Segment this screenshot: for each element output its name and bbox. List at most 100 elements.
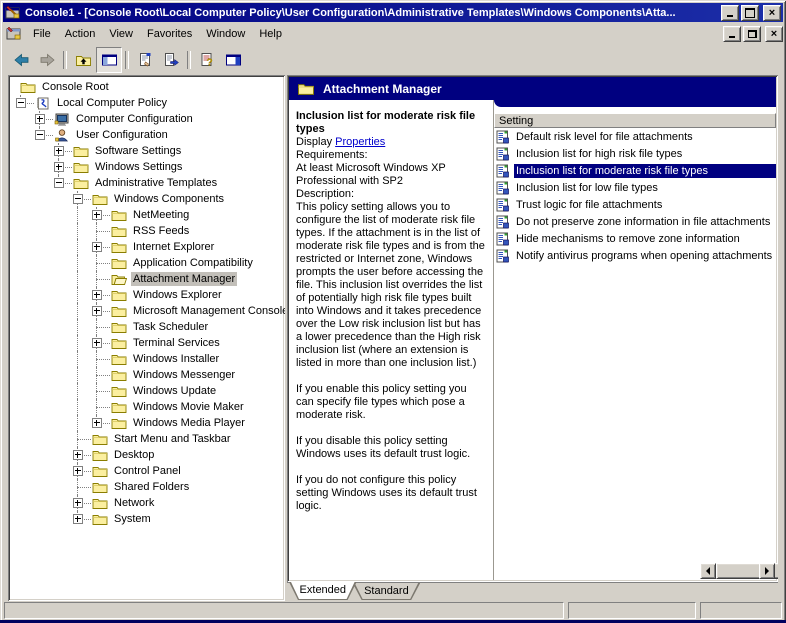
tree-item-control-panel[interactable]: Control Panel [11, 463, 285, 479]
setting-row-default-risk-level-for-file-attachments[interactable]: Default risk level for file attachments [494, 128, 776, 145]
setting-row-inclusion-list-for-high-risk-file-types[interactable]: Inclusion list for high risk file types [494, 145, 776, 162]
toolbar: ? [3, 45, 783, 74]
tree-item-windows-messenger[interactable]: Windows Messenger [11, 367, 285, 383]
menu-action[interactable]: Action [58, 26, 103, 42]
menu-view[interactable]: View [102, 26, 140, 42]
horizontal-scrollbar[interactable] [700, 563, 775, 579]
expand-toggle[interactable] [73, 450, 83, 460]
console-window-icon[interactable] [6, 26, 24, 42]
scroll-left-button[interactable] [700, 563, 716, 579]
tree-item-attachment-manager[interactable]: Attachment Manager [11, 271, 285, 287]
tree-item-application-compatibility[interactable]: Application Compatibility [11, 255, 285, 271]
tree-item-software-settings[interactable]: Software Settings [11, 143, 285, 159]
expand-toggle[interactable] [92, 210, 102, 220]
tree-guide [54, 351, 73, 367]
scroll-left-icon [702, 567, 710, 575]
minimize-button[interactable] [721, 5, 739, 21]
help-button[interactable]: ? [194, 47, 220, 73]
tree-item-desktop[interactable]: Desktop [11, 447, 285, 463]
menu-window[interactable]: Window [199, 26, 252, 42]
status-pane-main [4, 602, 564, 619]
child-close-button[interactable]: × [765, 26, 783, 42]
collapse-toggle[interactable] [35, 130, 45, 140]
tree-item-network[interactable]: Network [11, 495, 285, 511]
tree-item-label: Microsoft Management Console [131, 304, 285, 318]
setting-column-header[interactable]: Setting [494, 113, 776, 128]
tree-guide [16, 255, 35, 271]
folder-icon [111, 415, 128, 431]
collapse-toggle[interactable] [73, 194, 83, 204]
tree-guide [73, 399, 92, 415]
setting-row-inclusion-list-for-low-file-types[interactable]: Inclusion list for low file types [494, 179, 776, 196]
tree-item-windows-update[interactable]: Windows Update [11, 383, 285, 399]
expand-toggle[interactable] [73, 514, 83, 524]
tree-item-terminal-services[interactable]: Terminal Services [11, 335, 285, 351]
tree-guide [73, 351, 92, 367]
tree-item-windows-components[interactable]: Windows Components [11, 191, 285, 207]
tree-item-user-configuration[interactable]: User Configuration [11, 127, 285, 143]
tree-item-computer-configuration[interactable]: Computer Configuration [11, 111, 285, 127]
setting-row-do-not-preserve-zone-information-in-file[interactable]: Do not preserve zone information in file… [494, 213, 776, 230]
tree-guide [54, 335, 73, 351]
tree-item-shared-folders[interactable]: Shared Folders [11, 479, 285, 495]
properties-button[interactable] [132, 47, 158, 73]
tree-item-start-menu-and-taskbar[interactable]: Start Menu and Taskbar [11, 431, 285, 447]
tab-standard[interactable]: Standard [353, 583, 421, 600]
tree-item-task-scheduler[interactable]: Task Scheduler [11, 319, 285, 335]
tree-item-label: Local Computer Policy [55, 96, 169, 110]
tree-item-local-computer-policy[interactable]: Local Computer Policy [11, 95, 285, 111]
forward-button[interactable] [34, 47, 60, 73]
show-action-pane-button[interactable] [220, 47, 246, 73]
tree-guide [16, 463, 35, 479]
expand-toggle[interactable] [92, 418, 102, 428]
tree-item-windows-installer[interactable]: Windows Installer [11, 351, 285, 367]
expand-toggle[interactable] [54, 162, 64, 172]
menu-file[interactable]: File [26, 26, 58, 42]
maximize-button[interactable] [741, 5, 759, 21]
tree-item-netmeeting[interactable]: NetMeeting [11, 207, 285, 223]
scroll-right-button[interactable] [759, 563, 775, 579]
tree-item-windows-movie-maker[interactable]: Windows Movie Maker [11, 399, 285, 415]
menu-favorites[interactable]: Favorites [140, 26, 199, 42]
tree-item-internet-explorer[interactable]: Internet Explorer [11, 239, 285, 255]
setting-row-notify-antivirus-programs-when-opening-a[interactable]: Notify antivirus programs when opening a… [494, 247, 776, 264]
setting-row-hide-mechanisms-to-remove-zone-informati[interactable]: Hide mechanisms to remove zone informati… [494, 230, 776, 247]
tree-item-windows-settings[interactable]: Windows Settings [11, 159, 285, 175]
child-minimize-button[interactable] [723, 26, 741, 42]
expand-toggle[interactable] [73, 466, 83, 476]
expand-toggle[interactable] [35, 114, 45, 124]
tab-extended[interactable]: Extended [289, 582, 357, 600]
tree-guide [54, 399, 73, 415]
tree-item-label: Windows Installer [131, 352, 221, 366]
expand-toggle[interactable] [73, 498, 83, 508]
tree-item-rss-feeds[interactable]: RSS Feeds [11, 223, 285, 239]
expand-toggle[interactable] [92, 306, 102, 316]
tree-item-windows-explorer[interactable]: Windows Explorer [11, 287, 285, 303]
expand-toggle[interactable] [92, 338, 102, 348]
collapse-toggle[interactable] [16, 98, 26, 108]
setting-row-inclusion-list-for-moderate-risk-file-ty[interactable]: Inclusion list for moderate risk file ty… [494, 162, 776, 179]
setting-row-trust-logic-for-file-attachments[interactable]: Trust logic for file attachments [494, 196, 776, 213]
close-button[interactable]: × [763, 5, 781, 21]
tree-guide [73, 239, 92, 255]
tree-item-administrative-templates[interactable]: Administrative Templates [11, 175, 285, 191]
tree-guide [35, 335, 54, 351]
tree-item-windows-media-player[interactable]: Windows Media Player [11, 415, 285, 431]
expand-toggle[interactable] [92, 290, 102, 300]
properties-link[interactable]: Properties [335, 136, 385, 148]
mmc-app-icon[interactable] [5, 5, 21, 20]
up-one-level-button[interactable] [70, 47, 96, 73]
tree-guide [16, 175, 35, 191]
expand-toggle[interactable] [54, 146, 64, 156]
collapse-toggle[interactable] [54, 178, 64, 188]
expand-toggle[interactable] [92, 242, 102, 252]
show-hide-console-tree-button[interactable] [96, 47, 122, 73]
export-list-button[interactable] [158, 47, 184, 73]
menu-help[interactable]: Help [252, 26, 289, 42]
back-button[interactable] [8, 47, 34, 73]
tree-item-microsoft-management-console[interactable]: Microsoft Management Console [11, 303, 285, 319]
tree-guide [16, 159, 35, 175]
tree-item-console-root[interactable]: Console Root [11, 79, 285, 95]
tree-item-system[interactable]: System [11, 511, 285, 527]
child-restore-button[interactable] [743, 26, 761, 42]
